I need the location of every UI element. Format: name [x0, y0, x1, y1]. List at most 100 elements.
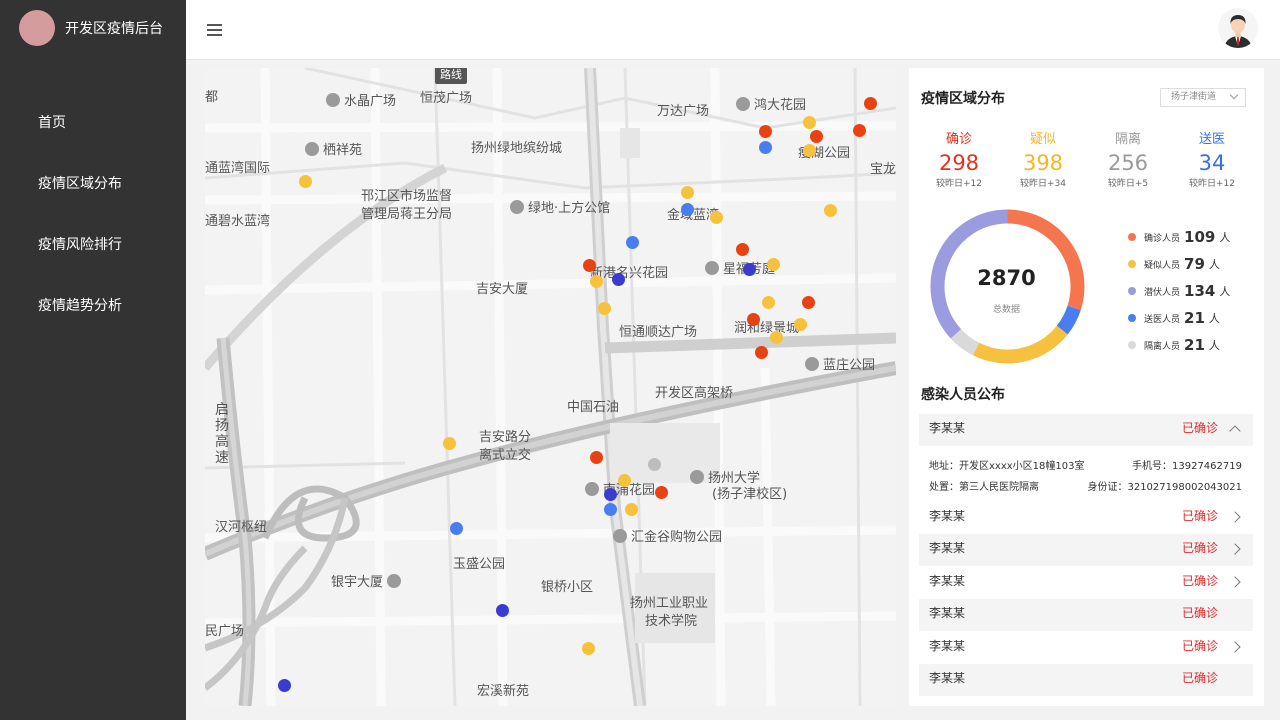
infected-row[interactable]: 李某某 已确诊 [919, 501, 1253, 534]
nav-item-risk[interactable]: 疫情风险排行 [0, 227, 186, 288]
person-name: 李某某 [929, 508, 966, 523]
infected-row[interactable]: 李某某 已确诊 [919, 566, 1253, 599]
person-name: 李某某 [929, 671, 966, 685]
case-marker[interactable] [612, 273, 625, 286]
donut-segment [1056, 305, 1081, 335]
case-marker[interactable] [802, 296, 815, 309]
case-marker[interactable] [681, 203, 694, 216]
case-marker[interactable] [681, 186, 694, 199]
chevron-right-icon[interactable] [1229, 640, 1241, 653]
case-marker[interactable] [743, 263, 756, 276]
case-marker[interactable] [759, 141, 772, 154]
map-label: 银桥小区 [541, 580, 594, 595]
route-tag[interactable]: 路线 [435, 68, 467, 84]
case-marker[interactable] [736, 243, 749, 256]
chevron-right-icon[interactable] [1229, 543, 1241, 555]
case-marker[interactable] [618, 474, 631, 487]
case-marker[interactable] [582, 642, 595, 655]
avatar[interactable] [1218, 8, 1258, 48]
legend-label: 隔离人员 [1144, 342, 1181, 352]
map-label: 管理局蒋王分局 [361, 207, 453, 222]
stat-change: 较昨日+5 [1107, 179, 1149, 189]
case-marker[interactable] [762, 296, 775, 309]
stat-label: 送医 [1198, 132, 1225, 147]
legend-item: 疑似人员 79 人 [1128, 255, 1230, 282]
app-title: 开发区疫情后台 [65, 21, 163, 37]
panel-title: 疫情区域分布 [921, 91, 1005, 107]
case-marker[interactable] [770, 331, 783, 344]
case-marker[interactable] [626, 236, 639, 249]
map-label: 银宇大厦 [331, 574, 405, 591]
chevron-right-icon[interactable] [1229, 575, 1241, 588]
legend-value: 79 [1184, 255, 1205, 273]
case-marker[interactable] [590, 275, 603, 288]
infected-row[interactable]: 李某某 已确诊 [919, 534, 1253, 567]
stat-suspected: 疑似 398 较昨日+34 [1001, 128, 1085, 189]
case-marker[interactable] [604, 503, 617, 516]
case-marker[interactable] [759, 125, 772, 138]
case-marker[interactable] [755, 346, 768, 359]
case-marker[interactable] [747, 313, 760, 326]
case-marker[interactable] [443, 437, 456, 450]
case-marker[interactable] [278, 679, 291, 692]
map-label: 开发区高架桥 [655, 386, 734, 401]
case-marker[interactable] [794, 318, 807, 331]
case-marker[interactable] [853, 124, 866, 137]
legend-item: 确诊人员 109 人 [1128, 228, 1230, 255]
infected-title: 感染人员公布 [921, 387, 1005, 403]
nav-item-trend[interactable]: 疫情趋势分析 [0, 288, 186, 349]
case-marker[interactable] [803, 144, 816, 157]
infected-row[interactable]: 李某某 已确诊 [919, 664, 1253, 697]
epidemic-map[interactable]: 都 水晶广场 恒茂广场 路线 万达广场 鸿大花园 栖祥苑 扬州绿地缤纷城 瘦湖公… [205, 68, 896, 706]
stat-change: 较昨日+12 [1189, 179, 1235, 189]
legend-unit: 人 [1208, 312, 1220, 325]
map-label: 蓝庄公园 [805, 357, 875, 374]
case-marker[interactable] [803, 116, 816, 129]
case-marker[interactable] [590, 451, 603, 464]
chevron-up-icon[interactable] [1229, 425, 1241, 437]
case-marker[interactable] [648, 458, 661, 471]
legend-value: 109 [1184, 228, 1216, 246]
map-label: 汉河枢纽 [215, 520, 268, 535]
chevron-right-icon[interactable] [1229, 510, 1241, 523]
legend-item: 潜伏人员 134 人 [1128, 282, 1230, 309]
case-marker[interactable] [299, 175, 312, 188]
case-marker[interactable] [810, 130, 823, 143]
status-badge: 已确诊 [1181, 541, 1218, 555]
legend-swatch [1128, 233, 1136, 241]
map-label: 民广场 [205, 624, 245, 639]
legend-unit: 人 [1219, 285, 1231, 298]
poi-icon [585, 482, 599, 496]
case-marker[interactable] [767, 258, 780, 271]
nav-item-home[interactable]: 首页 [0, 105, 186, 166]
case-marker[interactable] [655, 486, 668, 499]
case-marker[interactable] [496, 604, 509, 617]
nav-item-region[interactable]: 疫情区域分布 [0, 166, 186, 227]
case-marker[interactable] [625, 503, 638, 516]
person-name: 李某某 [929, 421, 966, 435]
case-marker[interactable] [450, 522, 463, 535]
status-badge: 已确诊 [1181, 573, 1218, 588]
map-label-text: 扬州大学 [708, 471, 761, 486]
legend-unit: 人 [1208, 339, 1220, 352]
case-marker[interactable] [598, 302, 611, 315]
district-select[interactable]: 扬子津街道 [1160, 88, 1246, 107]
person-name: 李某某 [929, 541, 966, 555]
infected-row[interactable]: 李某某 已确诊 [919, 414, 1253, 447]
infected-row[interactable]: 李某某 已确诊 [919, 599, 1253, 632]
legend-swatch [1128, 287, 1136, 295]
case-marker[interactable] [710, 211, 723, 224]
case-marker[interactable] [824, 204, 837, 217]
donut-segment [1007, 209, 1085, 311]
case-marker[interactable] [864, 97, 877, 110]
map-label: (扬子津校区) [712, 487, 788, 502]
map-label-text: 蓝庄公园 [823, 358, 876, 373]
status-badge: 已确诊 [1181, 671, 1218, 685]
case-marker[interactable] [604, 488, 617, 501]
person-name: 李某某 [929, 606, 966, 620]
infected-row[interactable]: 李某某 已确诊 [919, 631, 1253, 664]
sidebar-nav: 首页 疫情区域分布 疫情风险排行 疫情趋势分析 [0, 105, 186, 349]
case-marker[interactable] [583, 259, 596, 272]
menu-icon[interactable] [207, 24, 222, 36]
stat-label: 疑似 [1029, 132, 1056, 147]
